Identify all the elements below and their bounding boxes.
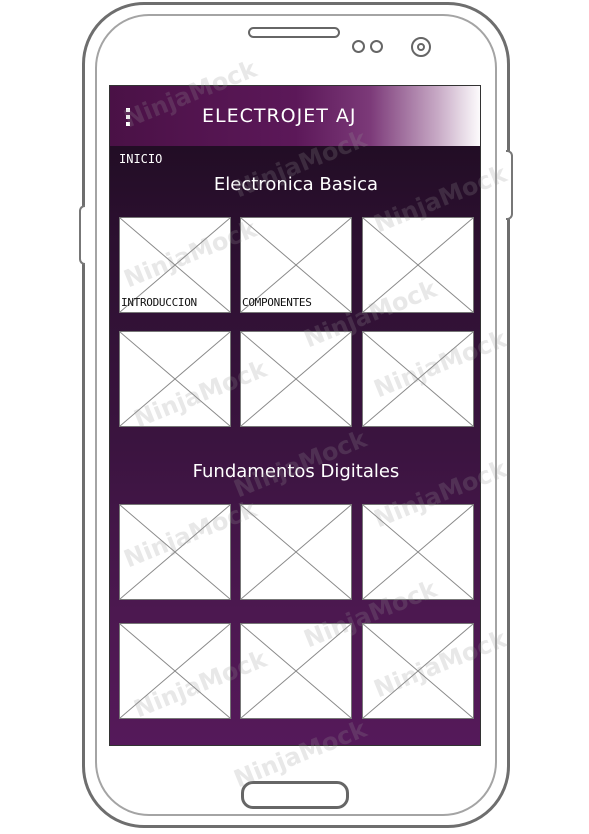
volume-key: [79, 205, 85, 265]
tile-label: INTRODUCCION: [121, 296, 197, 309]
image-placeholder-icon: [241, 505, 351, 599]
image-placeholder-icon: [241, 332, 351, 426]
tile-componentes[interactable]: COMPONENTES: [240, 217, 352, 313]
power-key: [506, 150, 513, 220]
tile-placeholder[interactable]: [362, 217, 474, 313]
app-bar: ELECTROJET AJ: [110, 86, 480, 146]
image-placeholder-icon: [363, 624, 473, 718]
app-screen: ELECTROJET AJ INICIO Electronica Basica …: [109, 85, 481, 746]
tile-placeholder[interactable]: [119, 623, 231, 719]
image-placeholder-icon: [120, 624, 230, 718]
light-sensor-icon: [370, 40, 383, 53]
image-placeholder-icon: [120, 505, 230, 599]
overflow-menu-icon[interactable]: [126, 108, 130, 126]
image-placeholder-icon: [363, 218, 473, 312]
section-title-electronica: Electronica Basica: [213, 174, 379, 195]
image-placeholder-icon: [120, 332, 230, 426]
tile-placeholder[interactable]: [240, 623, 352, 719]
tile-placeholder[interactable]: [119, 331, 231, 427]
earpiece-speaker: [248, 27, 340, 38]
proximity-sensor-icon: [352, 40, 365, 53]
app-title: ELECTROJET AJ: [202, 105, 357, 127]
home-button[interactable]: [241, 781, 349, 809]
breadcrumb[interactable]: INICIO: [119, 152, 162, 166]
tile-placeholder[interactable]: [362, 331, 474, 427]
front-camera-icon: [411, 37, 431, 57]
image-placeholder-icon: [241, 624, 351, 718]
image-placeholder-icon: [363, 505, 473, 599]
section-title-fundamentos: Fundamentos Digitales: [192, 461, 400, 482]
tile-placeholder[interactable]: [240, 331, 352, 427]
tile-placeholder[interactable]: [362, 623, 474, 719]
tile-placeholder[interactable]: [240, 504, 352, 600]
image-placeholder-icon: [363, 332, 473, 426]
tile-introduccion[interactable]: INTRODUCCION: [119, 217, 231, 313]
tile-placeholder[interactable]: [119, 504, 231, 600]
tile-placeholder[interactable]: [362, 504, 474, 600]
tile-label: COMPONENTES: [242, 296, 312, 309]
